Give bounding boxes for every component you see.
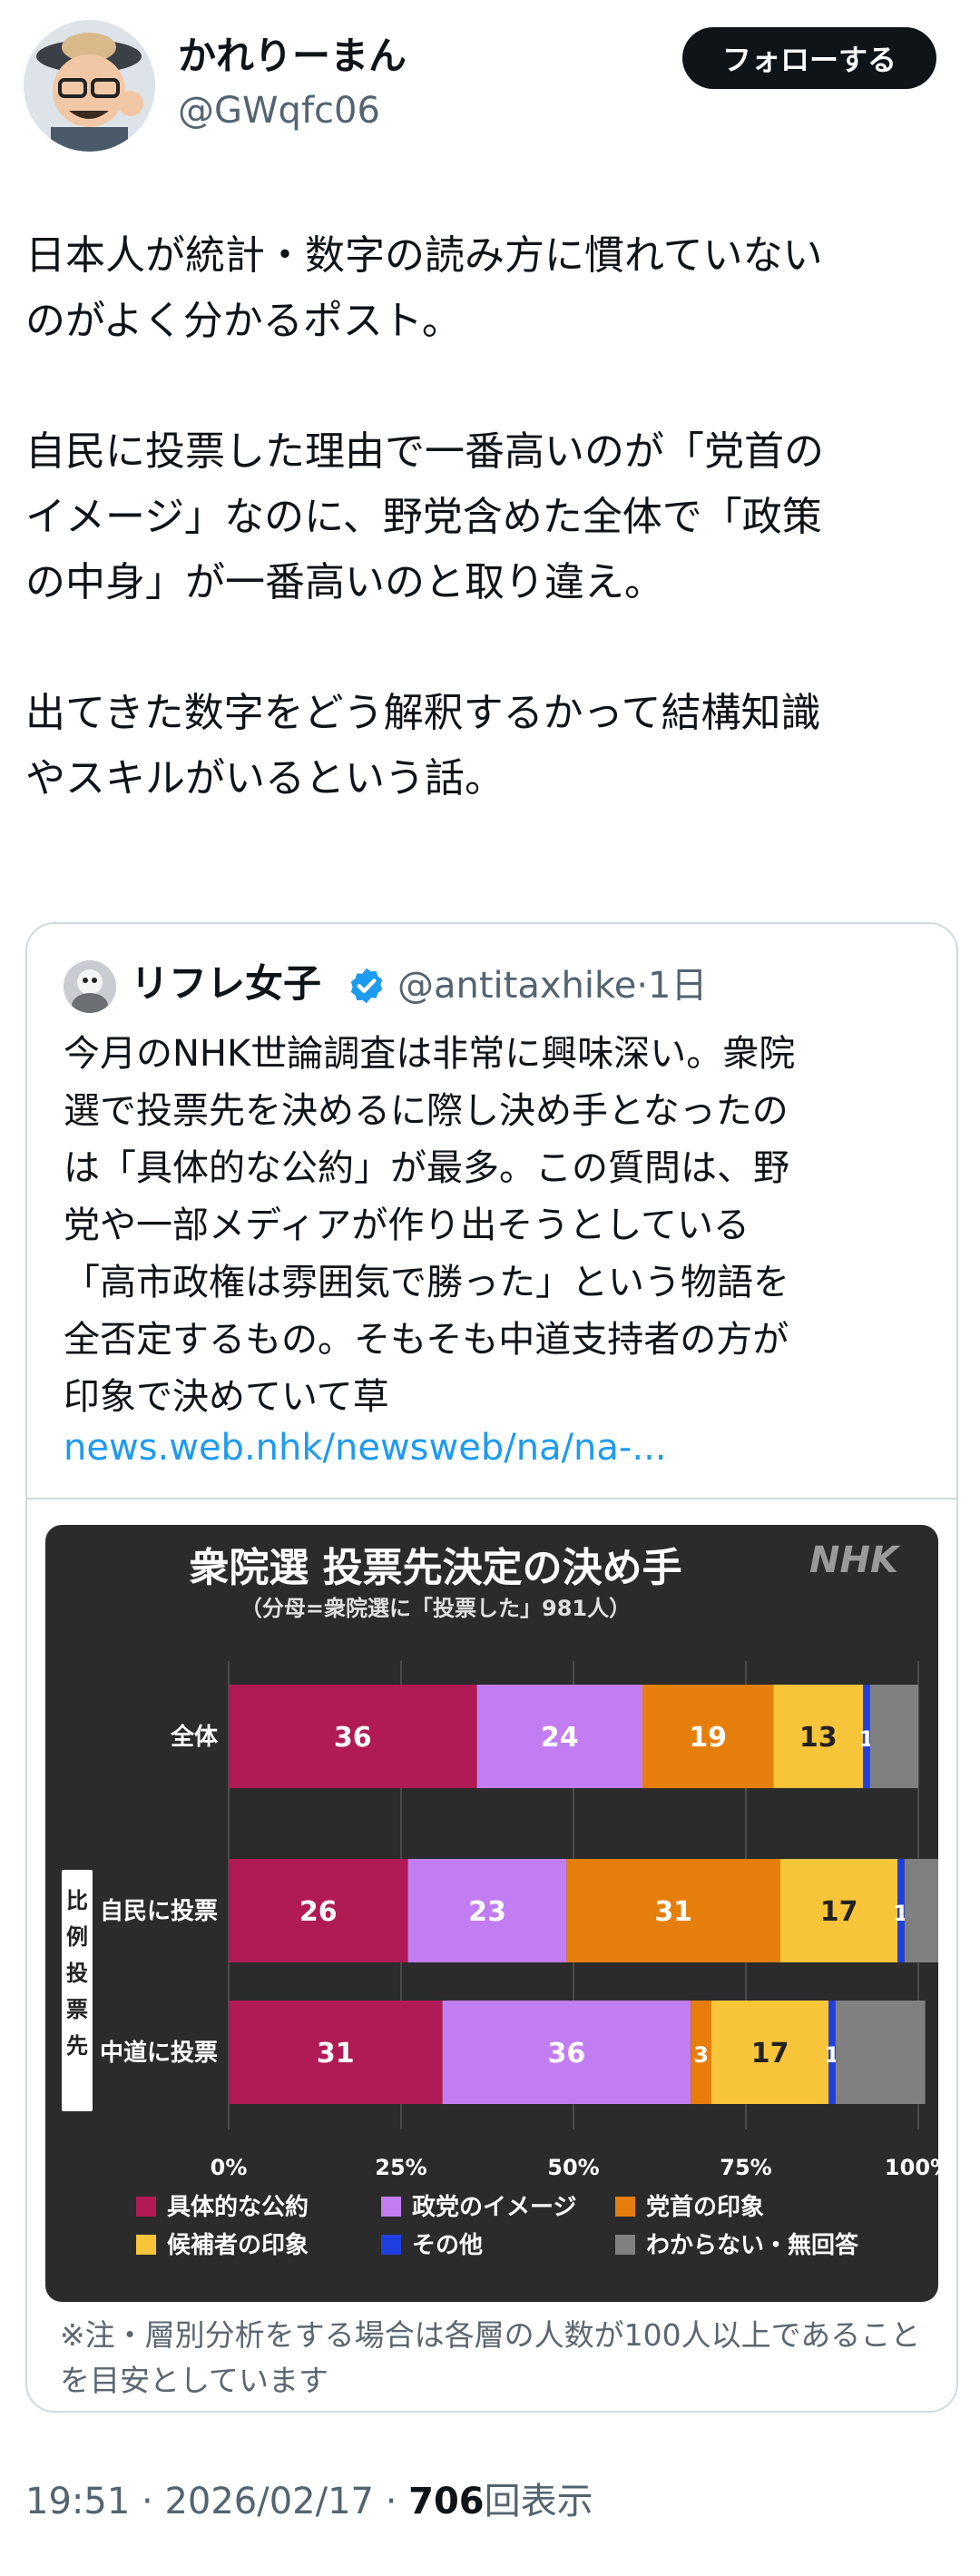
data-label: 17 [751,2038,789,2070]
post-line: のがよく分かるポスト。 [25,298,462,344]
post-time[interactable]: 19:51 [25,2481,130,2522]
post-line: 日本人が統計・数字の読み方に慣れていない [25,232,823,279]
quoted-line: 選で投票先を決めるに際し決め手となったの [64,1090,789,1132]
post-line: の中身」が一番高いのと取り違え。 [25,559,664,605]
post-line: 自民に投票した理由で一番高いのが「党首の [25,428,824,475]
author-handle[interactable]: @GWqfc06 [178,89,380,133]
quoted-post-time: ·1日 [636,965,708,1007]
post-metadata: 19:51 · 2026/02/17 · 706回表示 [25,2476,593,2527]
data-label: 31 [317,2038,355,2070]
data-label: 23 [468,1896,506,1928]
legend-label: わからない・無回答 [646,2231,859,2259]
legend-swatch [615,2235,635,2255]
group-label-char: 票 [66,1997,88,2022]
post-line: イメージ」なのに、野党含めた全体で「政策 [25,494,822,540]
follow-button[interactable]: フォローする [682,27,936,89]
quoted-line: 印象で決めていて草 [64,1376,389,1418]
x-tick-label: 50% [547,2155,599,2180]
legend-swatch [136,2235,156,2255]
divider [27,1498,956,1499]
legend-swatch [381,2235,401,2255]
x-tick-label: 0% [211,2155,248,2180]
bar-segment [835,2001,926,2104]
group-label-char: 投 [66,1961,88,1986]
author-avatar[interactable] [24,20,155,152]
data-label: 31 [654,1896,692,1928]
view-count: 706 [408,2481,485,2522]
avatar-illustration [64,960,116,1013]
x-tick-label: 75% [720,2155,771,2180]
quoted-author-avatar[interactable] [64,960,116,1013]
post-text: 日本人が統計・数字の読み方に慣れていない のがよく分かるポスト。 自民に投票した… [25,223,960,811]
data-label: 3 [693,2042,709,2068]
legend-label: 党首の印象 [646,2193,764,2221]
chart-plot-area: 0%25%50%75%100%比例投票先全体362419131自民に投票2623… [62,1661,938,2259]
quoted-post-link[interactable]: news.web.nhk/newsweb/na/na-... [64,1420,667,1477]
group-label-char: 例 [66,1924,88,1950]
category-label: 中道に投票 [100,2039,218,2067]
quoted-line: 今月のNHK世論調査は非常に興味深い。衆院 [64,1033,796,1075]
legend-label: 候補者の印象 [167,2231,309,2259]
nhk-logo: NHK [809,1539,901,1581]
chart-title: 衆院選 投票先決定の決め手 [189,1545,681,1591]
avatar-illustration [24,20,155,152]
data-label: 17 [820,1896,858,1928]
separator: · [130,2481,165,2522]
stacked-bar-chart: 衆院選 投票先決定の決め手 （分母=衆院選に「投票した」981人） NHK 0%… [62,1539,938,2259]
author-name[interactable]: かれりーまん [178,33,407,80]
data-label: 36 [334,1722,372,1754]
post-line: 出てきた数字をどう解釈するかって結構知識 [25,690,821,736]
quoted-line: は「具体的な公約」が最多。この質問は、野 [64,1147,789,1189]
quoted-author-name[interactable]: リフレ女子 [131,959,321,1009]
quoted-author-handle[interactable]: @antitaxhike·1日 [397,960,708,1011]
bar-segment [869,1685,918,1788]
quoted-post-card[interactable]: リフレ女子 @antitaxhike·1日 今月のNHK世論調査は非常に興味深い… [25,922,958,2413]
category-label: 全体 [170,1723,219,1751]
quoted-line: 全否定するもの。そもそも中道支持者の方が [64,1319,789,1361]
x-tick-label: 100% [885,2155,938,2180]
legend-label: 具体的な公約 [167,2193,309,2221]
legend-swatch [381,2197,401,2217]
data-label: 13 [799,1722,838,1754]
data-label: 19 [689,1722,727,1754]
separator: · [373,2481,409,2522]
x-tick-label: 25% [375,2155,426,2180]
category-label: 自民に投票 [100,1897,218,1925]
legend-label: 政党のイメージ [412,2193,576,2221]
post-date[interactable]: 2026/02/17 [164,2481,374,2522]
data-label: 24 [541,1722,579,1754]
legend-swatch [136,2197,156,2217]
bar-segment [904,1859,938,1962]
group-label-char: 比 [66,1888,88,1913]
data-label: 36 [548,2038,586,2070]
verified-badge-icon [350,968,383,1004]
chart-subtitle: （分母=衆院選に「投票した」981人） [240,1596,631,1621]
view-count-label: 回表示 [484,2481,593,2522]
legend-swatch [615,2197,635,2217]
group-label-char: 先 [66,2033,88,2059]
quoted-line: 党や一部メディアが作り出そうとしている [64,1204,750,1246]
quoted-handle-text: @antitaxhike [397,965,637,1007]
quoted-line: 「高市政権は雰囲気で勝った」という物語を [64,1262,789,1303]
chart-image[interactable]: 衆院選 投票先決定の決め手 （分母=衆院選に「投票した」981人） NHK 0%… [45,1525,938,2302]
chart-note: ※注・層別分析をする場合は各層の人数が100人以上であることを目安としています [60,2317,921,2398]
data-label: 26 [299,1896,338,1928]
post-line: やスキルがいるという話。 [25,755,505,801]
quoted-post-text: 今月のNHK世論調査は非常に興味深い。衆院 選で投票先を決めるに際し決め手となっ… [64,1026,926,1426]
legend-label: その他 [412,2232,483,2259]
